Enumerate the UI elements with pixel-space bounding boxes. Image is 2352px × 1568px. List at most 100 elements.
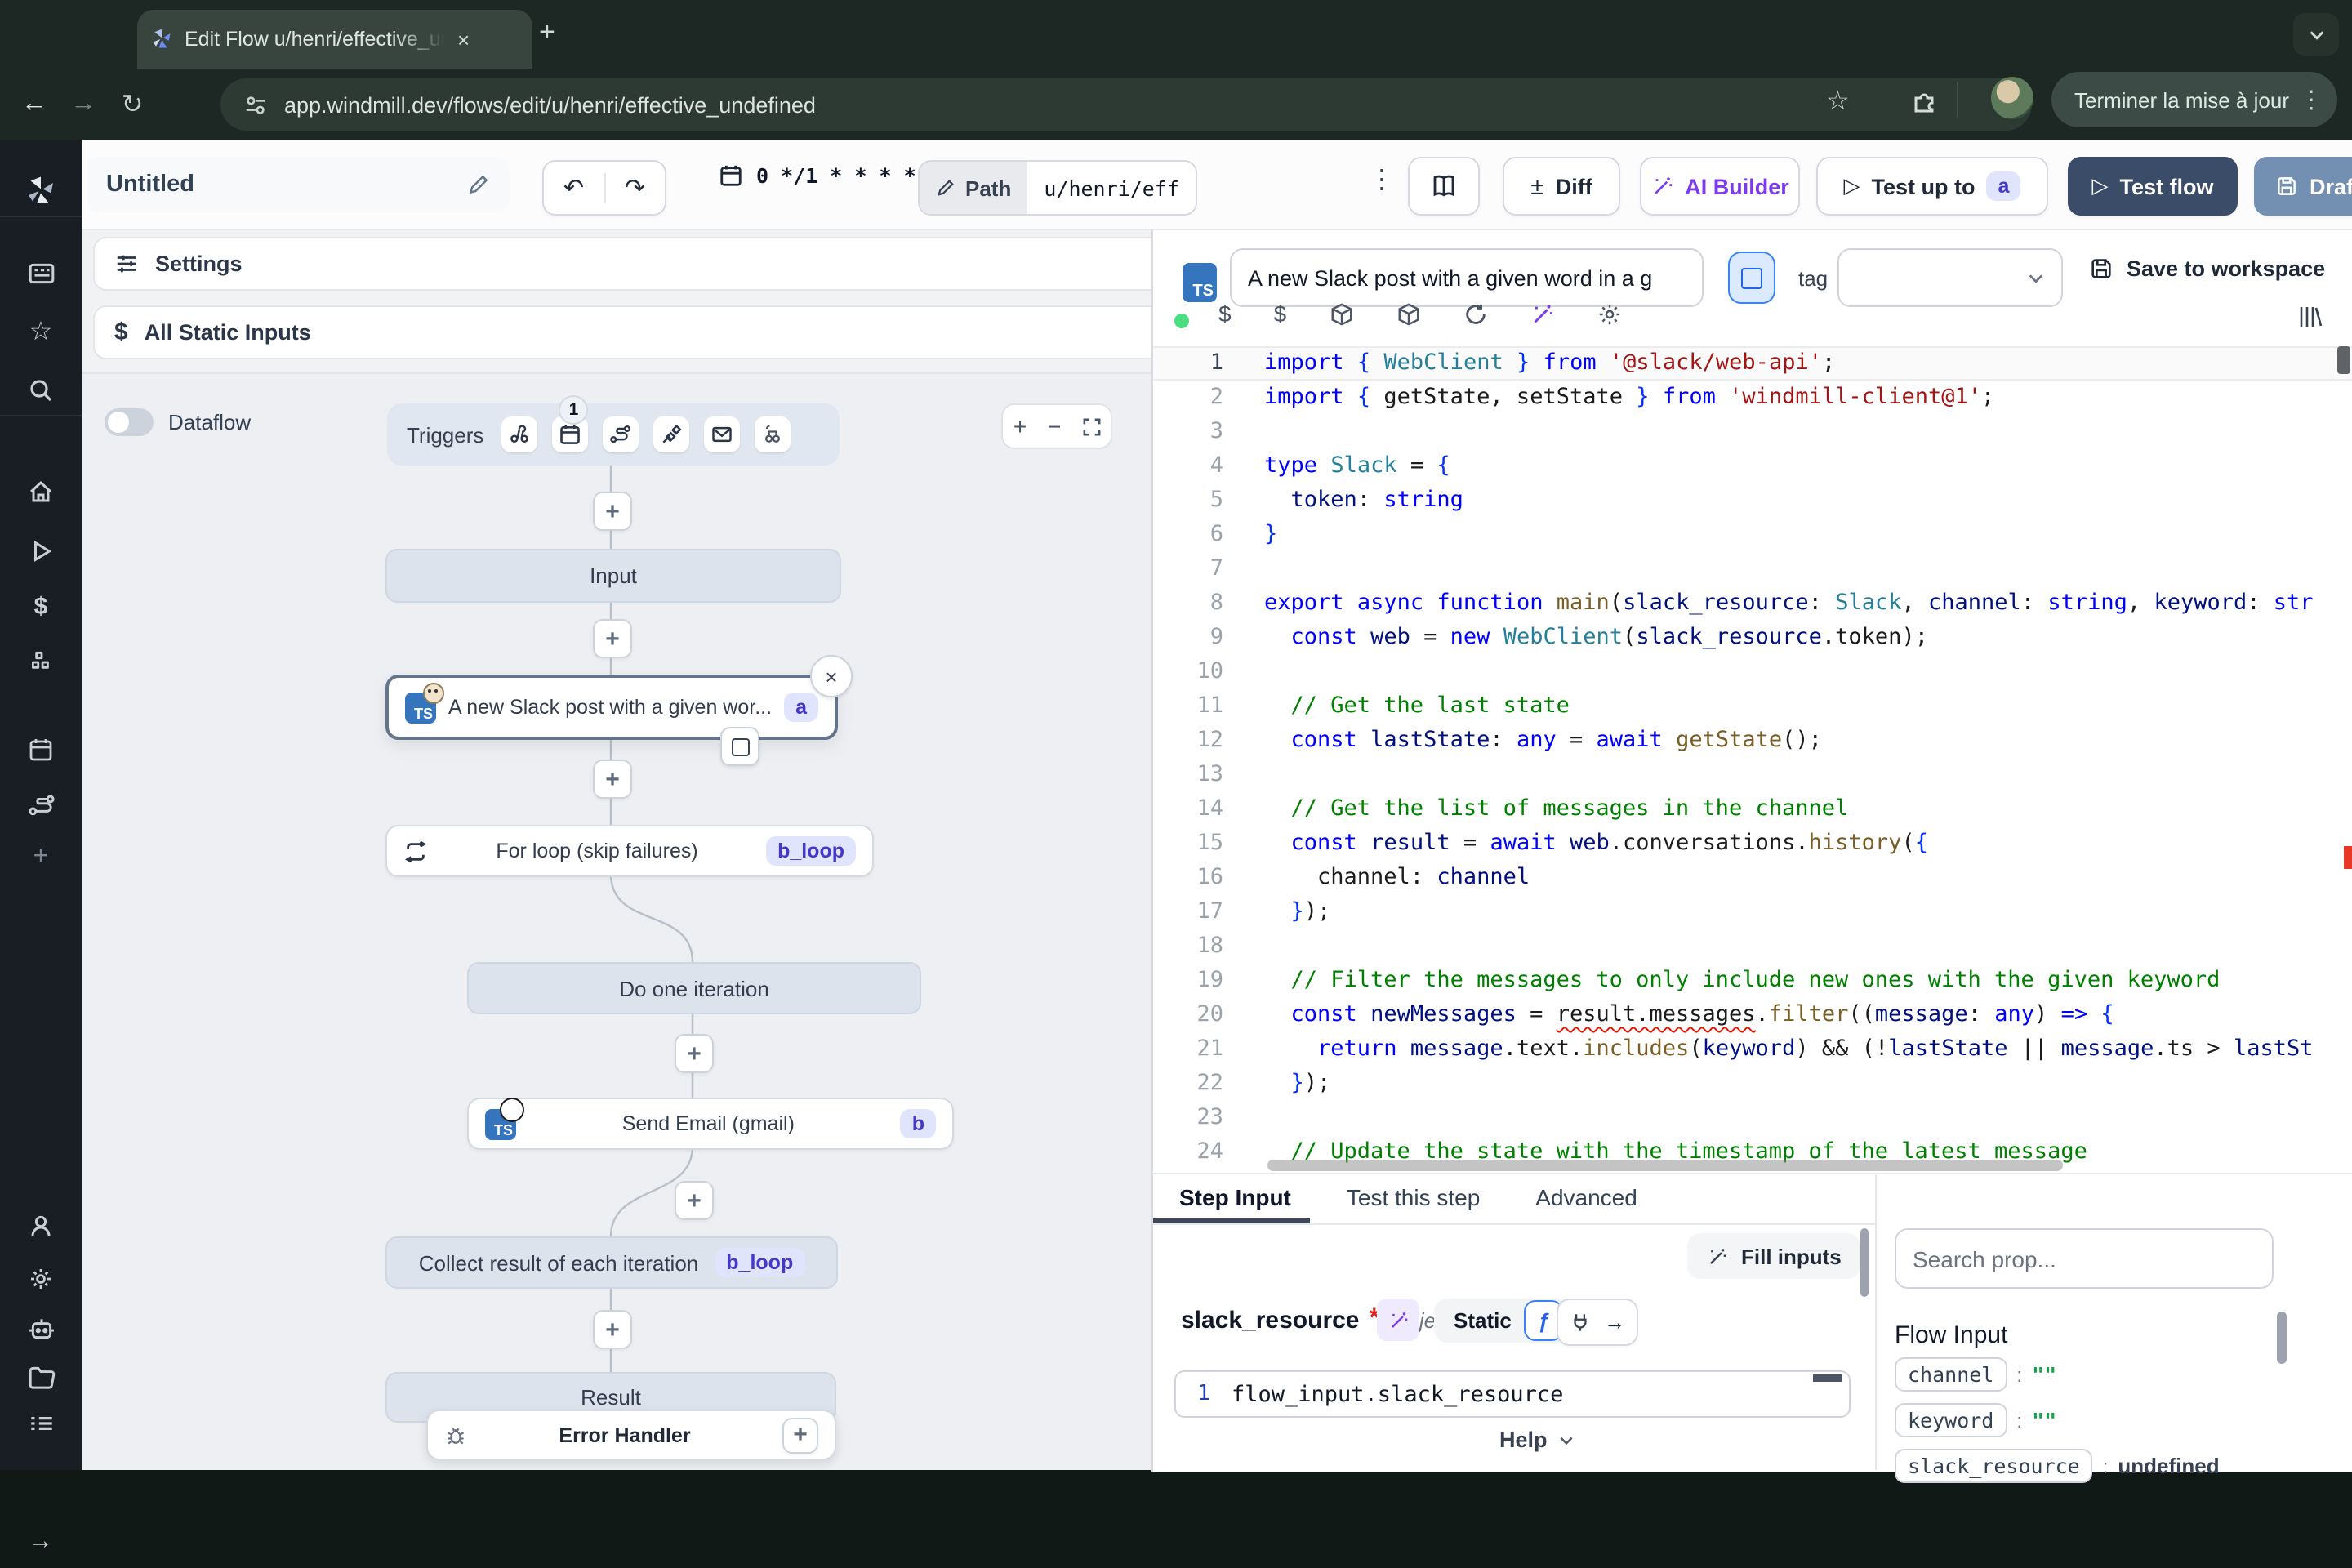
- sidebar-item-search-icon[interactable]: [0, 363, 82, 418]
- sidebar-item-users[interactable]: [0, 1199, 82, 1254]
- ai-builder-button[interactable]: AI Builder: [1640, 157, 1800, 216]
- sidebar-item-apps[interactable]: [0, 245, 82, 301]
- insert-step-button[interactable]: +: [593, 760, 632, 799]
- sidebar-item-settings-gear-icon[interactable]: [0, 1251, 82, 1307]
- sidebar-item-resources[interactable]: [0, 634, 82, 689]
- code-line[interactable]: 2import { getState, setState } from 'win…: [1153, 381, 2352, 415]
- test-flow-button[interactable]: ▷ Test flow: [2068, 157, 2238, 216]
- insert-step-button[interactable]: +: [593, 619, 632, 658]
- node-collect-result[interactable]: Collect result of each iteration b_loop: [385, 1236, 838, 1289]
- editor-hscrollbar-handle[interactable]: [1267, 1160, 2063, 1171]
- package2-icon[interactable]: [1396, 301, 1420, 326]
- props-scrollbar[interactable]: [2277, 1312, 2287, 1364]
- sidebar-expand-arrow-icon[interactable]: →: [0, 1512, 82, 1568]
- webhook-trigger-icon[interactable]: [501, 416, 537, 452]
- browser-tab[interactable]: Edit Flow u/henri/effective_un ×: [137, 10, 532, 69]
- diff-button[interactable]: ± Diff: [1503, 157, 1620, 216]
- code-line[interactable]: 14 // Get the list of messages in the ch…: [1153, 792, 2352, 826]
- code-line[interactable]: 18: [1153, 929, 2352, 964]
- fit-view-icon[interactable]: [1082, 417, 1100, 435]
- step-panel-scrollbar[interactable]: [1860, 1228, 1869, 1297]
- help-toggle[interactable]: Help: [1499, 1428, 1575, 1452]
- code-line[interactable]: 15 const result = await web.conversation…: [1153, 826, 2352, 861]
- code-line[interactable]: 22 });: [1153, 1067, 2352, 1101]
- node-error-handler[interactable]: Error Handler +: [426, 1410, 836, 1460]
- flow-settings-button[interactable]: Settings: [93, 237, 1152, 291]
- path-edit-button[interactable]: Path: [920, 162, 1027, 214]
- prop-key[interactable]: keyword: [1895, 1403, 2007, 1437]
- library-panel-icon[interactable]: [2296, 304, 2323, 330]
- reload-icon[interactable]: ↻: [108, 88, 157, 121]
- code-line[interactable]: 12 const lastState: any = await getState…: [1153, 724, 2352, 758]
- http-route-trigger-icon[interactable]: [603, 416, 639, 452]
- insert-step-button[interactable]: +: [593, 1310, 632, 1349]
- step-stop-after-icon[interactable]: [720, 727, 760, 766]
- code-line[interactable]: 20 const newMessages = result.messages.f…: [1153, 998, 2352, 1032]
- delete-step-icon[interactable]: ×: [810, 655, 853, 697]
- code-line[interactable]: 3: [1153, 415, 2352, 449]
- code-editor[interactable]: 1import { WebClient } from '@slack/web-a…: [1153, 343, 2352, 1173]
- websocket-trigger-icon[interactable]: [653, 416, 689, 452]
- node-do-one-iteration[interactable]: Do one iteration: [467, 962, 921, 1014]
- search-prop-input[interactable]: Search prop...: [1895, 1228, 2274, 1289]
- code-line[interactable]: 11 // Get the last state: [1153, 689, 2352, 724]
- sidebar-item-home[interactable]: [0, 464, 82, 519]
- sidebar-item-runs[interactable]: [0, 523, 82, 578]
- bookmark-star-icon[interactable]: ☆: [1826, 85, 1850, 118]
- tab-advanced[interactable]: Advanced: [1535, 1184, 1637, 1210]
- tab-search-chevron-icon[interactable]: [2293, 13, 2339, 56]
- code-line[interactable]: 23: [1153, 1101, 2352, 1135]
- windmill-logo-icon[interactable]: [0, 163, 82, 219]
- site-info-icon[interactable]: [243, 92, 268, 117]
- prop-key[interactable]: slack_resource: [1895, 1449, 2093, 1483]
- package-icon[interactable]: [1329, 301, 1353, 326]
- extensions-icon[interactable]: [1911, 88, 1937, 114]
- sidebar-item-add[interactable]: +: [0, 830, 82, 885]
- code-line[interactable]: 8export async function main(slack_resour…: [1153, 586, 2352, 621]
- add-error-handler-icon[interactable]: +: [782, 1417, 818, 1453]
- edit-name-pencil-icon[interactable]: [467, 173, 490, 196]
- schedule-trigger-icon[interactable]: 1: [552, 416, 588, 452]
- code-line[interactable]: 17 });: [1153, 895, 2352, 929]
- draft-button[interactable]: Draft: [2254, 157, 2352, 216]
- node-input[interactable]: Input: [385, 549, 841, 603]
- new-tab-button[interactable]: +: [539, 16, 555, 49]
- sidebar-item-schedules[interactable]: [0, 722, 82, 777]
- node-send-email[interactable]: TS Send Email (gmail) b: [467, 1098, 954, 1150]
- tab-step-input[interactable]: Step Input: [1179, 1184, 1291, 1210]
- node-for-loop[interactable]: For loop (skip failures) b_loop: [385, 825, 874, 877]
- sidebar-item-workers[interactable]: [0, 1300, 82, 1356]
- fill-inputs-button[interactable]: Fill inputs: [1687, 1233, 1861, 1279]
- tab-close-icon[interactable]: ×: [457, 27, 470, 51]
- editor-layout-toggle-button[interactable]: [1728, 252, 1775, 304]
- test-up-to-button[interactable]: ▷ Test up to a: [1816, 157, 2048, 216]
- code-line[interactable]: 4type Slack = {: [1153, 449, 2352, 483]
- forward-icon[interactable]: →: [59, 90, 108, 119]
- code-line[interactable]: 19 // Filter the messages to only includ…: [1153, 964, 2352, 998]
- insert-step-button[interactable]: +: [675, 1181, 714, 1220]
- tag-select[interactable]: [1838, 248, 2063, 307]
- ai-wand-icon[interactable]: [1530, 301, 1554, 326]
- sidebar-item-logs[interactable]: [0, 1395, 82, 1450]
- back-icon[interactable]: ←: [10, 90, 59, 119]
- step-summary-input[interactable]: A new Slack post with a given word in a …: [1230, 248, 1704, 307]
- code-line[interactable]: 1import { WebClient } from '@slack/web-a…: [1153, 346, 2352, 381]
- flow-name-input[interactable]: Untitled: [87, 157, 510, 212]
- sidebar-item-routes[interactable]: [0, 777, 82, 833]
- update-browser-button[interactable]: Terminer la mise à jour ⋮: [2051, 72, 2336, 127]
- redo-icon[interactable]: ↷: [604, 173, 665, 203]
- dataflow-toggle[interactable]: [105, 408, 154, 436]
- sidebar-item-favorites[interactable]: ☆: [0, 304, 82, 359]
- resource-picker-icon[interactable]: $: [1274, 301, 1287, 327]
- prop-expression-editor[interactable]: 1 flow_input.slack_resource: [1174, 1370, 1851, 1418]
- plug-connect-button[interactable]: →: [1557, 1298, 1638, 1346]
- kafka-trigger-icon[interactable]: [755, 416, 791, 452]
- docs-button[interactable]: [1408, 157, 1480, 216]
- all-static-inputs-button[interactable]: $ All Static Inputs: [93, 305, 1152, 359]
- path-value[interactable]: u/henri/eff: [1027, 162, 1196, 214]
- sidebar-item-variables[interactable]: $: [0, 578, 82, 634]
- code-line[interactable]: 6}: [1153, 518, 2352, 552]
- undo-icon[interactable]: ↶: [544, 173, 604, 203]
- schedule-cron[interactable]: 0 */1 * * * *: [719, 163, 916, 188]
- insert-step-button[interactable]: +: [593, 492, 632, 531]
